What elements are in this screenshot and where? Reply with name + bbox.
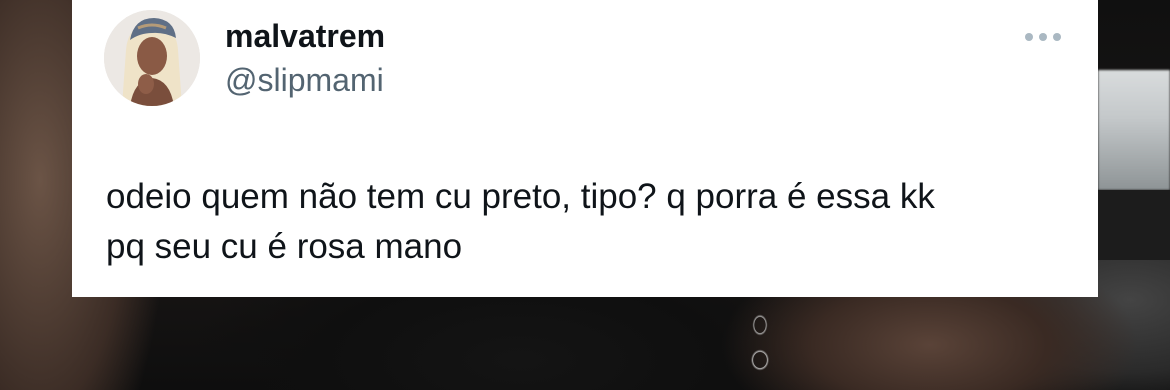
more-options-button[interactable] bbox=[1020, 22, 1066, 52]
tweet-card: malvatrem @slipmami odeio quem não tem c… bbox=[72, 0, 1098, 297]
avatar[interactable] bbox=[104, 10, 200, 106]
display-name[interactable]: malvatrem bbox=[225, 16, 385, 56]
avatar-image bbox=[104, 10, 200, 106]
more-dots-icon bbox=[1025, 33, 1061, 41]
background-photo-highlight bbox=[1098, 70, 1170, 190]
tweet-text-line: pq seu cu é rosa mano bbox=[106, 227, 463, 266]
tweet-text-line: odeio quem não tem cu preto, tipo? q por… bbox=[106, 177, 935, 216]
background-photo-chain bbox=[738, 305, 782, 385]
tweet-text: odeio quem não tem cu preto, tipo? q por… bbox=[106, 172, 1066, 272]
user-handle[interactable]: @slipmami bbox=[225, 60, 384, 100]
background-photo-shadow bbox=[1098, 190, 1170, 260]
